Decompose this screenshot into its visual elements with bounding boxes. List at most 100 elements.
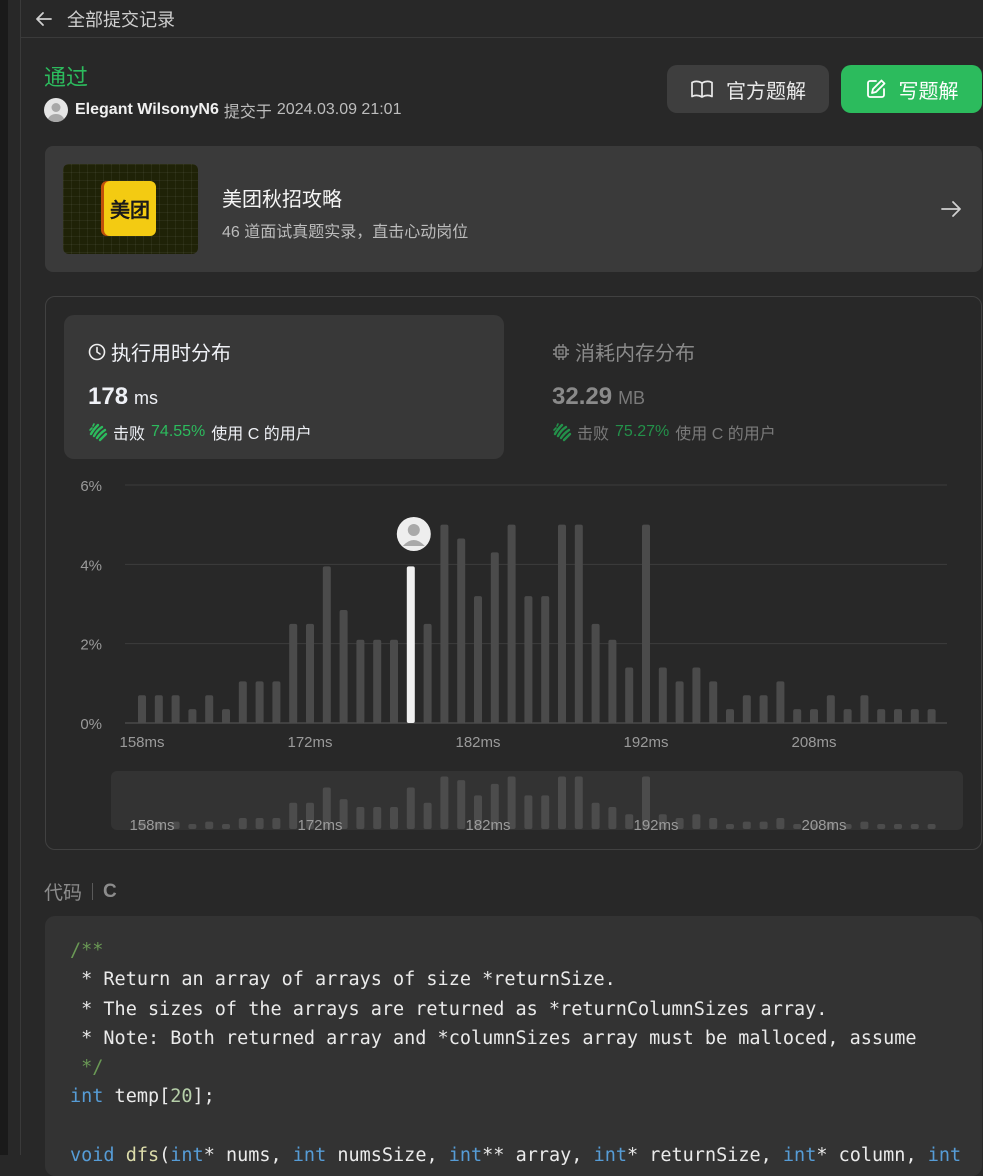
bar[interactable] bbox=[843, 709, 852, 723]
bar[interactable] bbox=[423, 623, 432, 723]
bar[interactable] bbox=[759, 695, 768, 723]
bar[interactable] bbox=[742, 695, 751, 723]
code-token: * returnSize, bbox=[626, 1145, 783, 1167]
overview-tick-label: 192ms bbox=[633, 817, 678, 834]
bar[interactable] bbox=[373, 639, 382, 723]
overview-bar bbox=[709, 817, 718, 829]
code-content: /** * Return an array of arrays of size … bbox=[70, 936, 961, 1170]
overview-bar bbox=[356, 806, 365, 829]
code-token: int bbox=[292, 1145, 327, 1167]
overview-bar bbox=[877, 824, 886, 829]
bar[interactable] bbox=[306, 623, 314, 723]
code-token: * column, bbox=[816, 1145, 928, 1167]
code-token: ]; bbox=[192, 1086, 215, 1108]
code-token: temp[ bbox=[103, 1086, 171, 1108]
bar[interactable] bbox=[390, 639, 398, 723]
x-tick-label: 172ms bbox=[287, 734, 332, 751]
bar[interactable] bbox=[457, 538, 466, 723]
overview-bar bbox=[793, 824, 802, 829]
overview-bar bbox=[894, 824, 902, 829]
bar[interactable] bbox=[625, 667, 634, 723]
code-token: /** bbox=[70, 940, 104, 961]
code-token: int bbox=[448, 1145, 483, 1167]
code-line: * Return an array of arrays of size *ret… bbox=[70, 965, 961, 994]
overview-bar bbox=[390, 806, 398, 829]
overview-bar bbox=[255, 817, 264, 829]
bar[interactable] bbox=[507, 524, 516, 723]
bar[interactable] bbox=[826, 695, 835, 723]
overview-bar bbox=[910, 824, 919, 829]
bar[interactable] bbox=[154, 695, 163, 723]
code-token: int bbox=[593, 1145, 627, 1167]
bar[interactable] bbox=[322, 566, 331, 723]
bar[interactable] bbox=[860, 695, 869, 723]
bar[interactable] bbox=[793, 709, 802, 723]
bar[interactable] bbox=[255, 681, 264, 723]
bar[interactable] bbox=[205, 695, 214, 723]
avatar-head bbox=[407, 524, 420, 536]
bar[interactable] bbox=[490, 552, 499, 723]
bar[interactable] bbox=[541, 596, 550, 723]
code-line: /** bbox=[70, 936, 961, 965]
overview-bar bbox=[188, 824, 197, 829]
x-tick-label: 208ms bbox=[791, 734, 836, 751]
x-tick-label: 158ms bbox=[119, 734, 164, 751]
bar[interactable] bbox=[138, 695, 146, 723]
code-token: numsSize, bbox=[326, 1145, 449, 1167]
code-token: ( bbox=[159, 1145, 171, 1167]
overview-bar bbox=[726, 824, 734, 829]
code-language: C bbox=[103, 880, 117, 902]
bar[interactable] bbox=[709, 681, 718, 723]
bar[interactable] bbox=[524, 596, 533, 723]
bar[interactable] bbox=[642, 524, 650, 723]
bar[interactable] bbox=[558, 524, 566, 723]
bar[interactable] bbox=[776, 681, 785, 723]
bar-highlight[interactable] bbox=[406, 566, 415, 723]
overview-tick-label: 208ms bbox=[801, 817, 846, 834]
bar[interactable] bbox=[877, 709, 886, 723]
bar[interactable] bbox=[574, 524, 583, 723]
bar[interactable] bbox=[289, 623, 298, 723]
bar[interactable] bbox=[810, 709, 818, 723]
bar[interactable] bbox=[474, 596, 482, 723]
overview-bar bbox=[406, 787, 415, 829]
bar[interactable] bbox=[608, 639, 617, 723]
code-token: * nums, bbox=[203, 1145, 293, 1167]
overview-bar bbox=[574, 776, 583, 829]
bar[interactable] bbox=[440, 524, 449, 723]
overview-bar bbox=[742, 821, 751, 829]
code-token: int bbox=[70, 1086, 104, 1108]
overview-bar bbox=[373, 806, 382, 829]
code-line: */ bbox=[70, 1053, 961, 1082]
overview-bar bbox=[625, 814, 634, 829]
y-tick-label: 4% bbox=[80, 557, 102, 574]
overview-bar bbox=[558, 776, 566, 829]
bar[interactable] bbox=[910, 709, 919, 723]
bar[interactable] bbox=[675, 681, 684, 723]
code-token: int bbox=[170, 1145, 204, 1167]
bar[interactable] bbox=[591, 623, 600, 723]
bar[interactable] bbox=[356, 639, 365, 723]
bar[interactable] bbox=[339, 609, 348, 723]
bar[interactable] bbox=[894, 709, 902, 723]
code-line: void dfs(int* nums, int numsSize, int** … bbox=[70, 1141, 961, 1170]
bar[interactable] bbox=[272, 681, 281, 723]
x-tick-label: 182ms bbox=[455, 734, 500, 751]
code-token: * Note: Both returned array and *columnS… bbox=[70, 1027, 917, 1049]
overview-bar bbox=[289, 802, 298, 829]
code-block[interactable]: /** * Return an array of arrays of size … bbox=[45, 916, 982, 1176]
bar[interactable] bbox=[658, 667, 667, 723]
code-line: int temp[20]; bbox=[70, 1082, 961, 1111]
bar[interactable] bbox=[171, 695, 180, 723]
bar[interactable] bbox=[726, 709, 734, 723]
bar[interactable] bbox=[692, 667, 701, 723]
overview-bar bbox=[205, 821, 214, 829]
bar[interactable] bbox=[238, 681, 247, 723]
bar[interactable] bbox=[188, 709, 197, 723]
overview-bar bbox=[457, 780, 466, 829]
overview-bar bbox=[541, 795, 550, 829]
bar[interactable] bbox=[927, 709, 936, 723]
bar[interactable] bbox=[222, 709, 230, 723]
